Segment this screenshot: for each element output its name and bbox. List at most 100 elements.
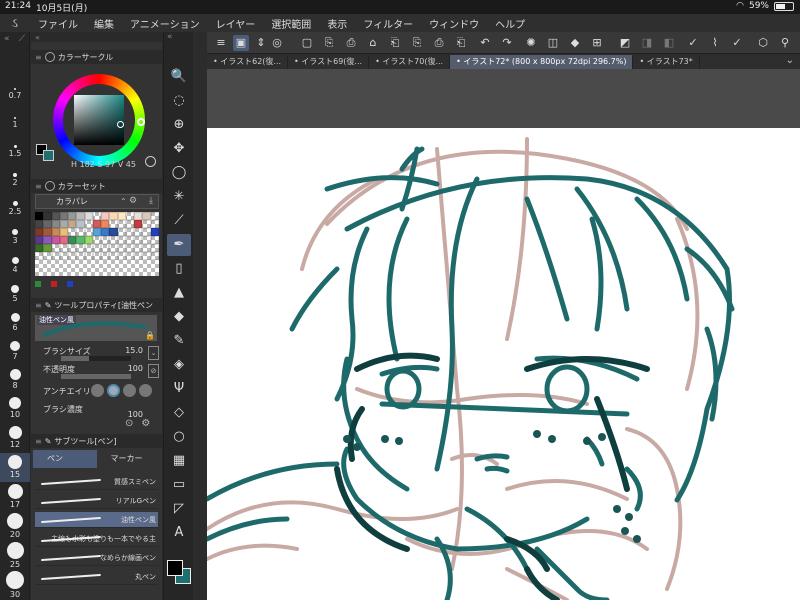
subtool-item[interactable]: リアルGペン	[35, 493, 158, 509]
tool-button[interactable]: 🔍	[167, 66, 191, 88]
brush-size-10[interactable]: 10	[0, 395, 30, 424]
subtool-item[interactable]: 質感スミペン	[35, 474, 158, 490]
tool-button[interactable]: ✎	[167, 330, 191, 352]
color-swatch[interactable]	[92, 244, 102, 252]
antialias-strong[interactable]	[139, 384, 152, 397]
tab-pen[interactable]: ペン	[33, 450, 97, 468]
brush-size-30[interactable]: 30	[0, 569, 30, 599]
color-swatch[interactable]	[117, 220, 126, 228]
menu-view[interactable]: 表示	[319, 16, 355, 31]
color-swatch[interactable]	[43, 212, 52, 220]
command-button[interactable]: ◆	[567, 35, 583, 51]
brush-size-15[interactable]: 15	[0, 453, 30, 482]
color-swatch[interactable]	[51, 244, 60, 252]
color-swatch[interactable]	[76, 220, 85, 228]
color-swatch[interactable]	[109, 220, 118, 228]
density-row[interactable]: ブラシ濃度 100	[35, 404, 159, 419]
color-swatch[interactable]	[117, 252, 126, 260]
color-swatch[interactable]	[84, 220, 93, 228]
command-button[interactable]: ⎗	[453, 35, 469, 51]
command-button[interactable]: ⎘	[321, 35, 337, 51]
menu-help[interactable]: ヘルプ	[487, 16, 533, 31]
color-swatch[interactable]	[117, 244, 126, 252]
color-set-footer-swatch[interactable]	[35, 281, 41, 287]
color-swatch[interactable]	[125, 228, 135, 236]
color-swatch[interactable]	[92, 212, 102, 220]
brush-size-7[interactable]: 7	[0, 337, 30, 366]
color-swatch[interactable]	[150, 252, 159, 260]
tool-button[interactable]: ▭	[167, 474, 191, 496]
command-button[interactable]: ≡	[213, 35, 229, 51]
command-button[interactable]: ◩	[617, 35, 633, 51]
brush-size-8[interactable]: 8	[0, 366, 30, 395]
brush-size-2[interactable]: 2	[0, 163, 30, 192]
color-swatch[interactable]	[92, 236, 102, 244]
color-set-settings-icon[interactable]: ⚙	[127, 195, 139, 207]
lock-icon[interactable]: 🔒	[145, 331, 155, 340]
reset-icon[interactable]: ⊙	[125, 418, 133, 429]
subtool-item[interactable]: 丸ペン	[35, 569, 158, 585]
panel-scrollbar[interactable]	[193, 32, 207, 600]
brush-size-6[interactable]: 6	[0, 308, 30, 337]
color-swatch[interactable]	[117, 212, 126, 220]
tool-button[interactable]: ✒	[167, 234, 191, 256]
brush-size-20[interactable]: 20	[0, 511, 30, 540]
command-button[interactable]: ◎	[269, 35, 285, 51]
document-tab[interactable]: • イラスト70(復...	[369, 55, 451, 69]
color-swatch[interactable]	[84, 252, 93, 260]
subtool-item[interactable]: 油性ペン風	[35, 512, 158, 528]
app-logo-icon[interactable]: ઽ	[0, 16, 30, 31]
menu-selection[interactable]: 選択範囲	[263, 16, 319, 31]
color-swatch[interactable]	[134, 228, 143, 236]
tool-button[interactable]: ⟋	[167, 210, 191, 232]
command-button[interactable]: ⌇	[707, 35, 723, 51]
color-swatch[interactable]	[109, 244, 118, 252]
color-swatch[interactable]	[142, 252, 151, 260]
command-button[interactable]: ✺	[523, 35, 539, 51]
command-button[interactable]: ↷	[499, 35, 515, 51]
chevron-down-icon[interactable]: ⌄	[786, 55, 794, 66]
sv-cursor[interactable]	[117, 121, 124, 128]
tool-button[interactable]: ○	[167, 426, 191, 448]
tool-button[interactable]: Ψ	[167, 378, 191, 400]
color-swatch[interactable]	[101, 220, 110, 228]
color-swatch[interactable]	[59, 236, 69, 244]
color-swatch[interactable]	[51, 228, 60, 236]
brush-size-5[interactable]: 5	[0, 279, 30, 308]
color-swatch[interactable]	[51, 252, 60, 260]
color-swatch[interactable]	[51, 220, 60, 228]
color-swatch[interactable]	[117, 236, 126, 244]
color-swatch[interactable]	[68, 212, 77, 220]
command-button[interactable]: ⎙	[431, 35, 447, 51]
color-swatch[interactable]	[35, 228, 44, 236]
color-swatch[interactable]	[142, 236, 151, 244]
color-swatch[interactable]	[125, 252, 135, 260]
tool-button[interactable]: ✥	[167, 138, 191, 160]
brush-size-25[interactable]: 25	[0, 540, 30, 569]
color-swatch[interactable]	[35, 212, 44, 220]
brush-size-slider[interactable]	[61, 356, 131, 361]
brush-size-3[interactable]: 3	[0, 221, 30, 250]
command-button[interactable]: ⇕	[253, 35, 269, 51]
brush-size-17[interactable]: 17	[0, 482, 30, 511]
brush-size-4[interactable]: 4	[0, 250, 30, 279]
saturation-value-square[interactable]	[74, 95, 124, 145]
document-tab[interactable]: • イラスト72* (800 x 800px 72dpi 296.7%)	[450, 55, 634, 69]
brush-size-1[interactable]: 1	[0, 105, 30, 134]
color-swatch[interactable]	[59, 212, 69, 220]
menu-window[interactable]: ウィンドウ	[421, 16, 487, 31]
main-color-icon[interactable]	[167, 560, 183, 576]
color-swatch[interactable]	[125, 236, 135, 244]
color-mode-icon[interactable]	[145, 156, 156, 167]
antialias-medium[interactable]	[123, 384, 136, 397]
color-set-dropdown[interactable]: カラパレ ⌃	[35, 194, 159, 209]
command-button[interactable]: ⊞	[589, 35, 605, 51]
tool-button[interactable]: ◯	[167, 162, 191, 184]
color-swatch[interactable]	[125, 220, 135, 228]
color-swatch[interactable]	[35, 220, 44, 228]
color-swatch[interactable]	[92, 220, 102, 228]
color-swatch[interactable]	[59, 244, 69, 252]
color-swatch[interactable]	[109, 212, 118, 220]
collapse-icon[interactable]: «	[167, 32, 173, 42]
command-button[interactable]: ⬡	[755, 35, 771, 51]
